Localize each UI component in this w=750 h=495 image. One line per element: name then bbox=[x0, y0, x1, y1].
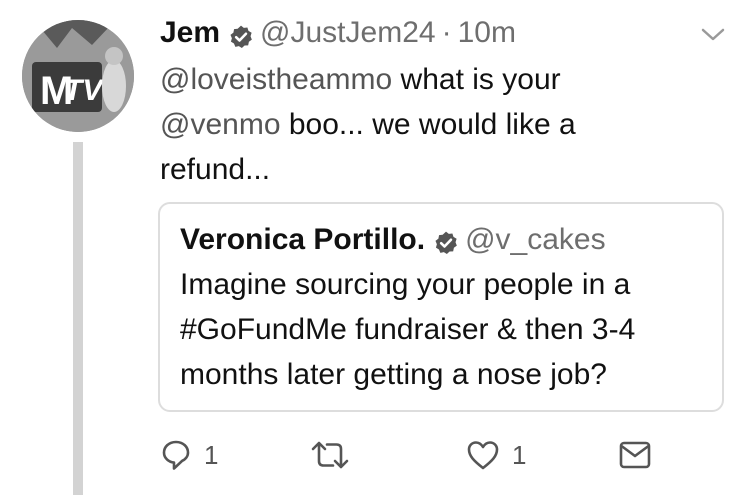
reply-count: 1 bbox=[204, 439, 219, 470]
verified-badge-icon bbox=[228, 20, 254, 49]
thread-line bbox=[73, 142, 83, 495]
chevron-down-icon[interactable] bbox=[700, 26, 726, 44]
mention-link[interactable]: @venmo bbox=[160, 108, 281, 141]
reply-icon bbox=[160, 439, 192, 471]
verified-badge-icon bbox=[433, 227, 459, 255]
avatar[interactable]: M TV bbox=[22, 20, 134, 132]
tweet-text-part: what is your bbox=[392, 63, 561, 96]
quoted-author-handle: @v_cakes bbox=[465, 223, 606, 256]
tweet-text: @loveistheammo what is your @venmo boo..… bbox=[160, 57, 680, 192]
message-icon bbox=[618, 440, 652, 470]
quoted-tweet-text: Imagine sourcing your people in a #GoFun… bbox=[180, 268, 636, 391]
retweet-button[interactable] bbox=[310, 438, 350, 472]
author-name[interactable]: Jem bbox=[160, 12, 220, 54]
direct-message-button[interactable] bbox=[618, 438, 652, 472]
quoted-tweet[interactable]: Veronica Portillo. @v_cakes Imagine sour… bbox=[158, 202, 724, 412]
like-button[interactable]: 1 bbox=[466, 438, 526, 472]
tweet-header: Jem @JustJem24 · 10m bbox=[160, 12, 516, 54]
reply-button[interactable]: 1 bbox=[160, 438, 218, 472]
mention-link[interactable]: @loveistheammo bbox=[160, 63, 392, 96]
author-handle[interactable]: @JustJem24 bbox=[260, 12, 436, 54]
svg-text:TV: TV bbox=[64, 74, 105, 107]
mtv-logo-image: M TV bbox=[22, 20, 134, 132]
header-separator: · bbox=[441, 16, 452, 49]
quoted-tweet-header: Veronica Portillo. @v_cakes bbox=[180, 220, 606, 260]
like-count: 1 bbox=[512, 439, 527, 470]
quoted-author-name: Veronica Portillo. bbox=[180, 223, 426, 256]
like-icon bbox=[466, 439, 500, 471]
tweet-timestamp[interactable]: 10m bbox=[458, 12, 516, 54]
retweet-icon bbox=[310, 439, 350, 471]
